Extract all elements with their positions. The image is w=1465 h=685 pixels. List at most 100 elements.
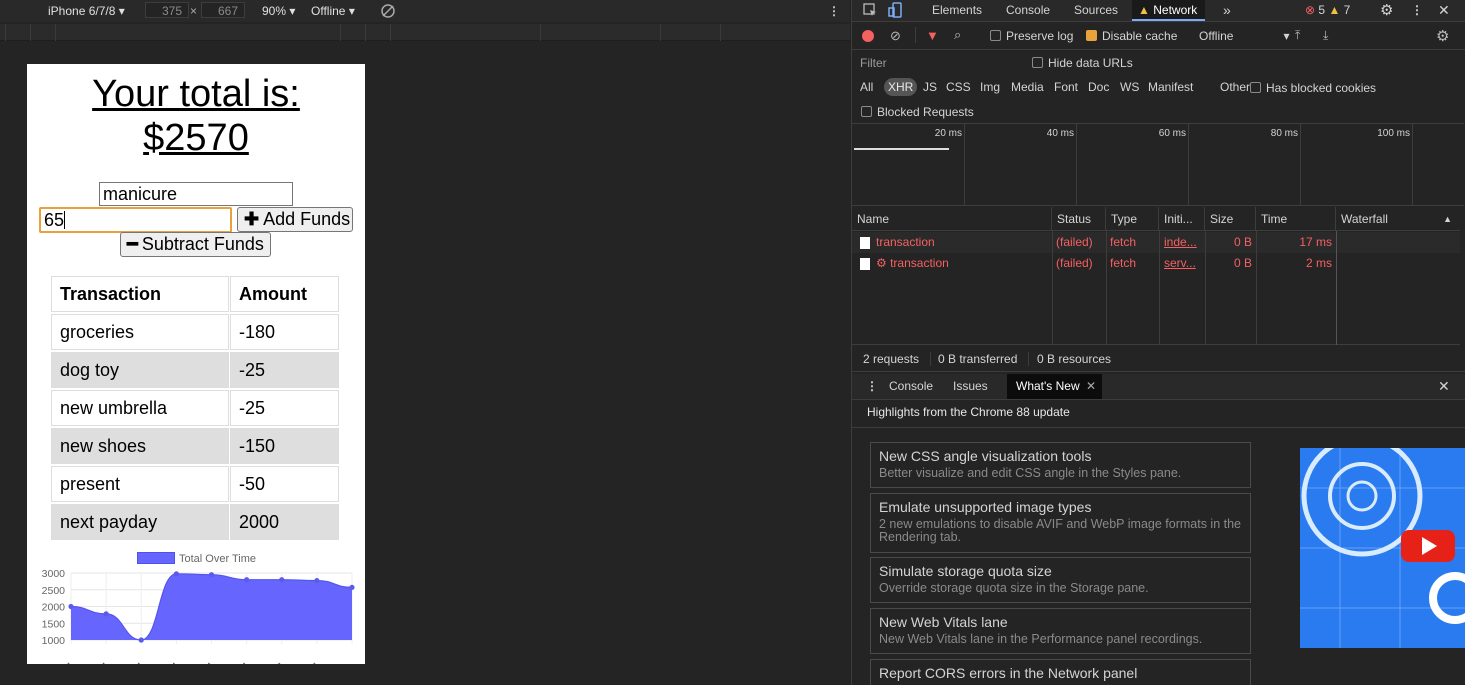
height-input[interactable]: 667 [201,2,245,18]
rotate-icon[interactable] [380,3,396,19]
request-name: ⚙ transaction [876,256,949,270]
network-overview-timeline[interactable]: 20 ms 40 ms 60 ms 80 ms 100 ms [852,123,1464,206]
divider [915,27,916,46]
close-drawer-icon[interactable]: ✕ [1438,374,1450,399]
type-media[interactable]: Media [1009,78,1046,96]
chart-legend[interactable]: Total Over Time [137,552,256,565]
device-toggle-icon[interactable] [888,2,904,23]
import-har-icon[interactable]: ⤒ [1295,28,1300,43]
drawer-tab-console[interactable]: Console [889,374,933,399]
table-row[interactable]: ⚙ transaction (failed) fetch serv... 0 B… [852,253,1460,274]
issues-counter[interactable]: ⊗ 5 ▲ 7 [1305,0,1350,21]
inspect-icon[interactable] [862,2,878,23]
tab-network[interactable]: ▲ Network [1132,0,1206,21]
has-blocked-cookies-checkbox[interactable]: Has blocked cookies [1250,81,1376,95]
subtract-funds-button[interactable]: ━ Subtract Funds [120,232,271,257]
table-row: new umbrella -25 [51,390,341,428]
filter-icon[interactable]: ▼ [926,28,939,43]
data-point [244,577,250,583]
y-tick-label: 2000 [42,602,66,614]
column-header-transaction: Transaction [51,276,229,312]
news-item[interactable]: Emulate unsupported image types 2 new em… [870,493,1251,553]
search-icon[interactable]: ⌕ [954,27,961,43]
throttle-select[interactable]: Offline ▾ [1199,29,1290,43]
has-blocked-cookies-label: Has blocked cookies [1266,81,1377,95]
request-time: 17 ms [1299,235,1332,249]
type-xhr[interactable]: XHR [884,78,918,96]
tab-console[interactable]: Console [1006,0,1050,21]
amount-value: 65 [44,210,65,230]
type-js[interactable]: JS [921,78,939,96]
total-over-time-chart: Total Over Time 3000 2500 2000 1500 1000 2021… [27,549,365,664]
drawer-menu-icon[interactable]: ⋮ [866,374,878,399]
chevron-down-icon: ▾ [348,4,355,18]
waterfall-label: Waterfall [1341,212,1388,226]
news-item[interactable]: Simulate storage quota size Override sto… [870,557,1251,603]
throttle-select[interactable]: Offline ▾ [311,3,355,19]
preserve-log-checkbox[interactable]: Preserve log [990,29,1073,43]
amount-cell: -50 [230,466,339,502]
news-title: Report CORS errors in the Network panel [879,665,1138,681]
warning-count: 7 [1343,3,1351,17]
column-initiator[interactable]: Initi... [1159,207,1205,231]
type-manifest[interactable]: Manifest [1146,78,1195,96]
tab-sources[interactable]: Sources [1074,0,1118,21]
request-type: fetch [1110,235,1137,249]
column-type[interactable]: Type [1106,207,1159,231]
news-item[interactable]: New Web Vitals lane New Web Vitals lane … [870,608,1251,654]
device-select[interactable]: iPhone 6/7/8 ▾ [48,3,125,19]
add-funds-button[interactable]: ✚ Add Funds [237,207,353,232]
transaction-cell: present [51,466,229,502]
request-table: Name Status Type Initi... Size Time Wate… [852,207,1460,345]
close-icon[interactable]: ✕ [1438,0,1450,21]
news-description: Better visualize and edit CSS angle in t… [879,466,1182,480]
type-ws[interactable]: WS [1118,78,1141,96]
close-icon[interactable]: ✕ [1086,379,1096,393]
total-label: Your total is: [92,73,300,115]
column-status[interactable]: Status [1052,207,1106,231]
data-point [349,584,355,591]
devtools-panel: Elements Console Sources ▲ Network » ⊗ 5… [851,0,1465,685]
column-size[interactable]: Size [1205,207,1256,231]
more-options-icon[interactable]: ⋮ [1411,0,1423,21]
chrome-88-video-thumbnail[interactable] [1300,448,1465,648]
total-value: $2570 [143,117,249,159]
blocked-requests-checkbox[interactable]: Blocked Requests [861,105,974,119]
request-initiator[interactable]: inde... [1164,232,1202,253]
disable-cache-checkbox[interactable]: Disable cache [1086,29,1177,43]
column-waterfall[interactable]: Waterfall ▲ [1336,207,1460,231]
column-name[interactable]: Name [852,207,1052,231]
tab-elements[interactable]: Elements [932,0,982,21]
filter-input[interactable]: Filter [858,54,1018,72]
transaction-cell: dog toy [51,352,229,388]
type-img[interactable]: Img [978,78,1002,96]
request-count: 2 requests [863,352,920,366]
device-name: iPhone 6/7/8 [48,4,116,18]
drawer-tab-issues[interactable]: Issues [953,374,988,399]
width-input[interactable]: 375 [145,2,189,18]
gear-icon[interactable]: ⚙ [1380,0,1393,21]
request-initiator[interactable]: serv... [1164,253,1202,274]
table-row[interactable]: transaction (failed) fetch inde... 0 B 1… [852,232,1460,253]
type-doc[interactable]: Doc [1086,78,1111,96]
transaction-cell: groceries [51,314,229,350]
column-time[interactable]: Time [1256,207,1336,231]
transaction-amount-input[interactable]: 65 [39,207,232,233]
transaction-name-input[interactable]: manicure [99,182,293,206]
news-description: Override storage quota size in the Stora… [879,581,1149,595]
type-css[interactable]: CSS [944,78,973,96]
type-all[interactable]: All [858,78,875,96]
drawer-tab-whats-new[interactable]: What's New ✕ [1007,374,1103,399]
type-font[interactable]: Font [1052,78,1080,96]
export-har-icon[interactable]: ⤓ [1323,28,1328,43]
hide-data-urls-checkbox[interactable]: Hide data URLs [1032,56,1133,70]
record-icon[interactable] [862,30,874,42]
more-options-icon[interactable]: ⋮ [828,3,840,19]
news-item[interactable]: New CSS angle visualization tools Better… [870,442,1251,488]
type-other[interactable]: Other [1218,78,1252,96]
news-item[interactable]: Report CORS errors in the Network panel [870,659,1251,685]
zoom-select[interactable]: 90% ▾ [262,3,295,19]
clear-icon[interactable]: ⊘ [890,28,901,44]
more-tabs-icon[interactable]: » [1223,0,1231,21]
gear-icon[interactable]: ⚙ [1436,27,1449,45]
